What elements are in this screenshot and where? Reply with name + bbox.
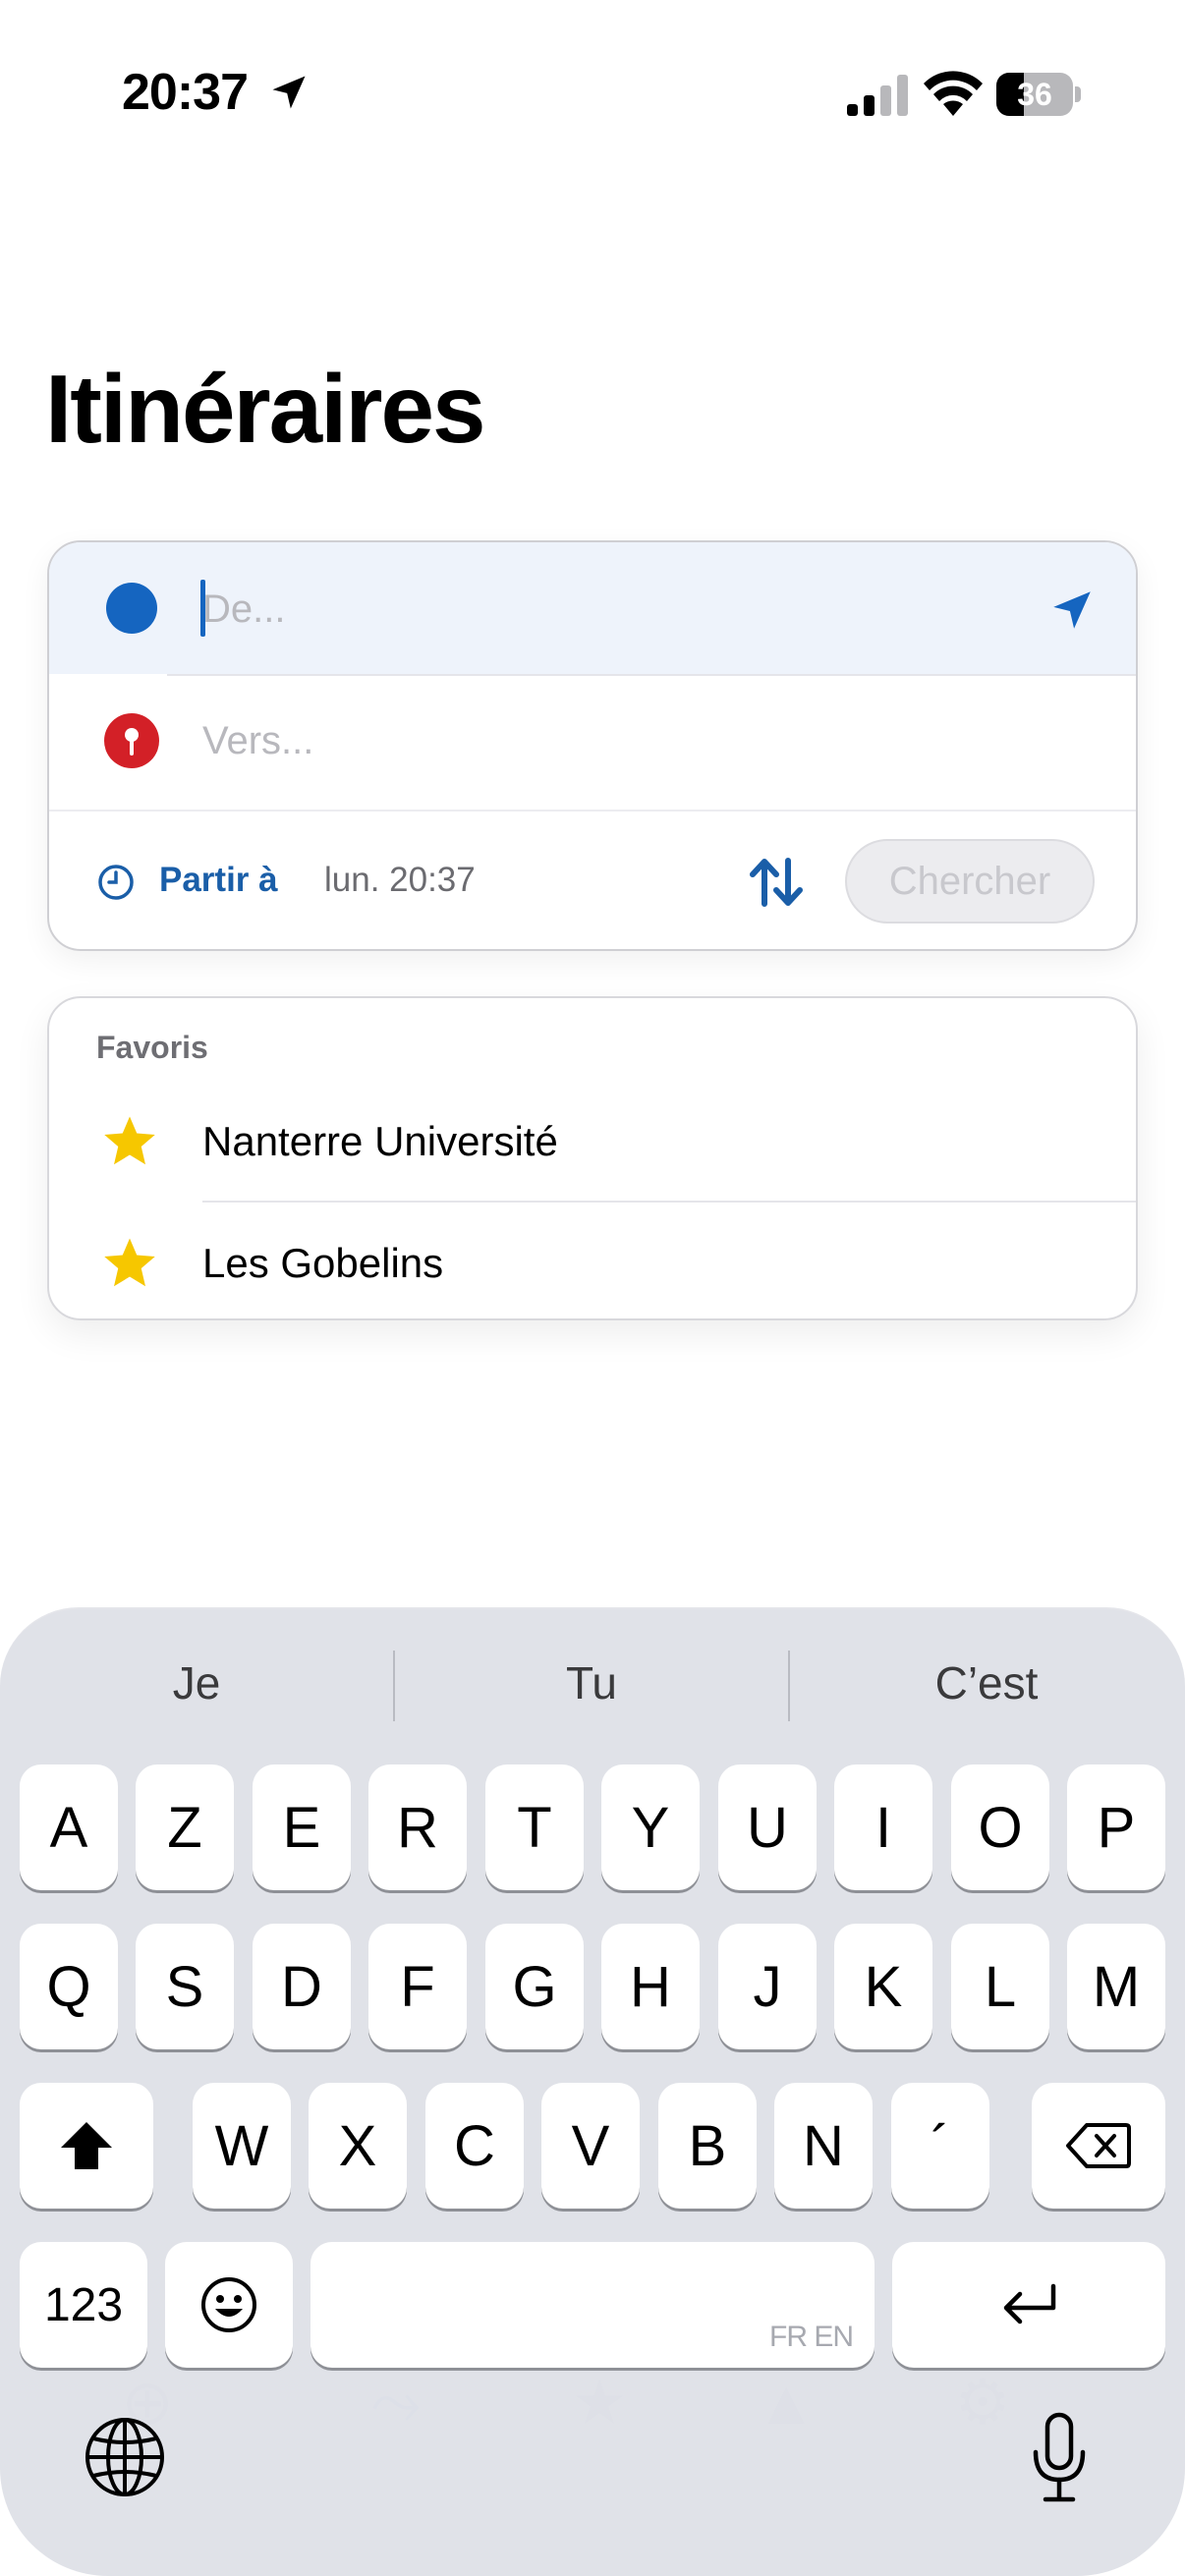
numbers-key[interactable]: 123	[20, 2242, 147, 2368]
key[interactable]: N	[774, 2083, 873, 2209]
return-key[interactable]	[892, 2242, 1165, 2368]
from-input[interactable]	[202, 580, 988, 639]
shift-icon	[61, 2122, 112, 2169]
key[interactable]: Y	[601, 1764, 700, 1890]
key[interactable]: X	[309, 2083, 407, 2209]
space-bar[interactable]: FR EN	[310, 2242, 875, 2368]
favorites-header: Favoris	[96, 1030, 208, 1065]
favorite-item[interactable]: Les Gobelins	[49, 1208, 1136, 1316]
page-title: Itinéraires	[45, 355, 485, 463]
key[interactable]: C	[425, 2083, 524, 2209]
key[interactable]: T	[485, 1764, 584, 1890]
itineraries-screen: 20:37 36 Itinéraires De... Vers... Parti…	[0, 0, 1185, 2576]
current-location-icon[interactable]	[1047, 586, 1097, 635]
location-arrow-icon	[272, 76, 306, 109]
key[interactable]: U	[718, 1764, 817, 1890]
space-language-label: FR EN	[769, 2321, 854, 2353]
favorite-label: Nanterre Université	[202, 1118, 558, 1164]
emoji-icon	[201, 2277, 256, 2332]
key[interactable]: F	[368, 1924, 467, 2049]
emoji-key[interactable]	[165, 2242, 293, 2368]
favorite-item[interactable]: Nanterre Université	[49, 1087, 1136, 1195]
cellular-signal-icon	[847, 75, 908, 116]
key[interactable]: D	[253, 1924, 351, 2049]
key[interactable]: I	[834, 1764, 932, 1890]
options-divider	[49, 810, 1136, 812]
destination-pin-icon	[104, 713, 159, 768]
key[interactable]: J	[718, 1924, 817, 2049]
key[interactable]: ´	[891, 2083, 989, 2209]
key[interactable]: W	[193, 2083, 291, 2209]
star-icon	[104, 1238, 155, 1287]
key[interactable]: B	[658, 2083, 757, 2209]
key[interactable]: L	[951, 1924, 1049, 2049]
search-button[interactable]: Chercher	[845, 839, 1095, 924]
key[interactable]: G	[485, 1924, 584, 2049]
depart-mode-button[interactable]: Partir à	[159, 861, 278, 900]
keyboard: Je Tu C’est A Z E R T Y U I O P Q S D F …	[0, 1607, 1185, 2576]
return-icon	[1003, 2283, 1056, 2324]
depart-time[interactable]: lun. 20:37	[324, 861, 476, 900]
text-caret	[200, 580, 205, 637]
to-input[interactable]	[202, 711, 1087, 770]
route-search-card: Partir à lun. 20:37 Chercher	[47, 540, 1138, 951]
from-row[interactable]	[49, 542, 1136, 674]
status-bar: 20:37 36	[0, 0, 1185, 187]
wifi-icon	[924, 71, 983, 116]
key[interactable]: R	[368, 1764, 467, 1890]
key[interactable]: O	[951, 1764, 1049, 1890]
key[interactable]: S	[136, 1924, 234, 2049]
backspace-icon	[1066, 2123, 1131, 2168]
key[interactable]: A	[20, 1764, 118, 1890]
delete-key[interactable]	[1032, 2083, 1165, 2209]
star-icon	[104, 1116, 155, 1165]
field-divider	[167, 674, 1136, 676]
favorites-divider	[202, 1201, 1136, 1203]
key[interactable]: Z	[136, 1764, 234, 1890]
suggestion-1[interactable]: Je	[0, 1656, 393, 1709]
globe-icon[interactable]	[83, 2415, 167, 2499]
predictive-bar: Je Tu C’est	[0, 1609, 1185, 1737]
key[interactable]: P	[1067, 1764, 1165, 1890]
battery-indicator: 36	[996, 73, 1081, 116]
swap-directions-icon[interactable]	[745, 851, 808, 914]
key[interactable]: Q	[20, 1924, 118, 2049]
suggestion-3[interactable]: C’est	[790, 1656, 1183, 1709]
favorite-label: Les Gobelins	[202, 1240, 444, 1286]
favorites-card: Favoris Nanterre Université Les Gobelins	[47, 996, 1138, 1320]
microphone-icon[interactable]	[1028, 2411, 1091, 2505]
key[interactable]: V	[541, 2083, 640, 2209]
battery-level-label: 36	[1017, 77, 1052, 112]
key[interactable]: E	[253, 1764, 351, 1890]
origin-dot-icon	[106, 583, 157, 634]
suggestion-2[interactable]: Tu	[395, 1656, 788, 1709]
shift-key[interactable]	[20, 2083, 153, 2209]
key[interactable]: K	[834, 1924, 932, 2049]
status-time: 20:37	[122, 64, 249, 121]
clock-icon[interactable]	[96, 863, 136, 902]
key[interactable]: H	[601, 1924, 700, 2049]
key[interactable]: M	[1067, 1924, 1165, 2049]
